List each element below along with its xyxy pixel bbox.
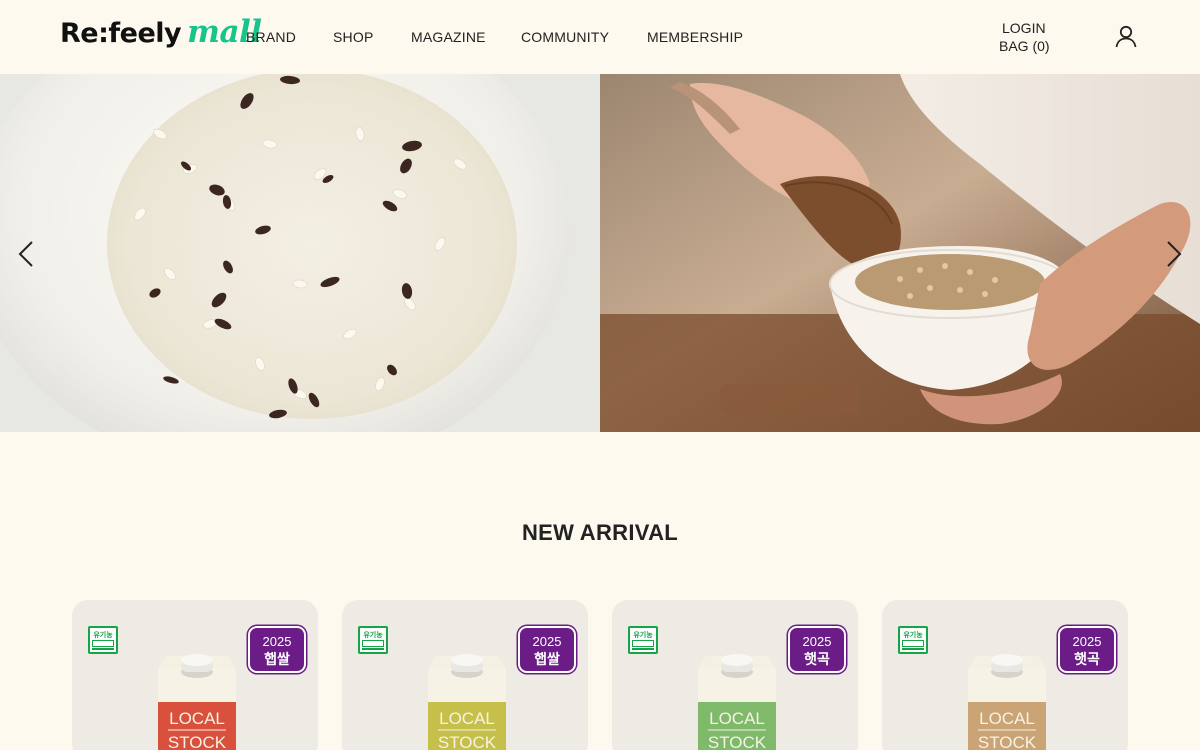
nav-brand[interactable]: BRAND — [246, 29, 296, 45]
nav-community[interactable]: COMMUNITY — [521, 29, 609, 45]
chevron-right-icon[interactable] — [1162, 240, 1186, 268]
svg-text:STOCK: STOCK — [978, 733, 1037, 750]
year-badge: 2025 햅쌀 — [518, 626, 576, 673]
organic-cert-icon: 유기농 — [358, 626, 388, 654]
organic-cert-icon: 유기농 — [898, 626, 928, 654]
svg-text:LOCAL: LOCAL — [169, 709, 225, 728]
organic-cert-icon: 유기농 — [88, 626, 118, 654]
product-image: LOCAL STOCK — [698, 654, 776, 750]
bag-link[interactable]: BAG (0) — [999, 38, 1050, 54]
product-card[interactable]: 유기농 2025 햇곡 LOCAL STOCK — [882, 600, 1128, 750]
user-icon[interactable] — [1114, 24, 1138, 48]
svg-text:LOCAL: LOCAL — [709, 709, 765, 728]
hero-carousel — [0, 74, 1200, 432]
svg-text:STOCK: STOCK — [708, 733, 767, 750]
year-badge: 2025 햇곡 — [788, 626, 846, 673]
svg-text:STOCK: STOCK — [438, 733, 497, 750]
svg-text:LOCAL: LOCAL — [979, 709, 1035, 728]
login-link[interactable]: LOGIN — [1002, 20, 1046, 36]
chevron-left-icon[interactable] — [14, 240, 38, 268]
year-badge: 2025 햇곡 — [1058, 626, 1116, 673]
logo[interactable]: Re:feely mall — [60, 14, 262, 56]
product-card[interactable]: 유기농 2025 햇곡 LOCAL STOCK — [612, 600, 858, 750]
organic-cert-icon: 유기농 — [628, 626, 658, 654]
site-header: Re:feely mall BRAND SHOP MAGAZINE COMMUN… — [0, 0, 1200, 74]
svg-text:LOCAL: LOCAL — [439, 709, 495, 728]
svg-text:STOCK: STOCK — [168, 733, 227, 750]
product-image: LOCAL STOCK — [968, 654, 1046, 750]
product-card[interactable]: 유기농 2025 햅쌀 LOCAL STOCK — [342, 600, 588, 750]
product-card[interactable]: 유기농 2025 햅쌀 LOCAL STOCK — [72, 600, 318, 750]
nav-magazine[interactable]: MAGAZINE — [411, 29, 486, 45]
product-image: LOCAL STOCK — [158, 654, 236, 750]
logo-main-text: Re:feely — [60, 18, 182, 49]
hero-image-bowl — [600, 74, 1200, 432]
nav-membership[interactable]: MEMBERSHIP — [647, 29, 743, 45]
product-image: LOCAL STOCK — [428, 654, 506, 750]
section-title: NEW ARRIVAL — [521, 520, 679, 545]
nav-shop[interactable]: SHOP — [333, 29, 373, 45]
hero-image-rice — [0, 74, 600, 432]
year-badge: 2025 햅쌀 — [248, 626, 306, 673]
